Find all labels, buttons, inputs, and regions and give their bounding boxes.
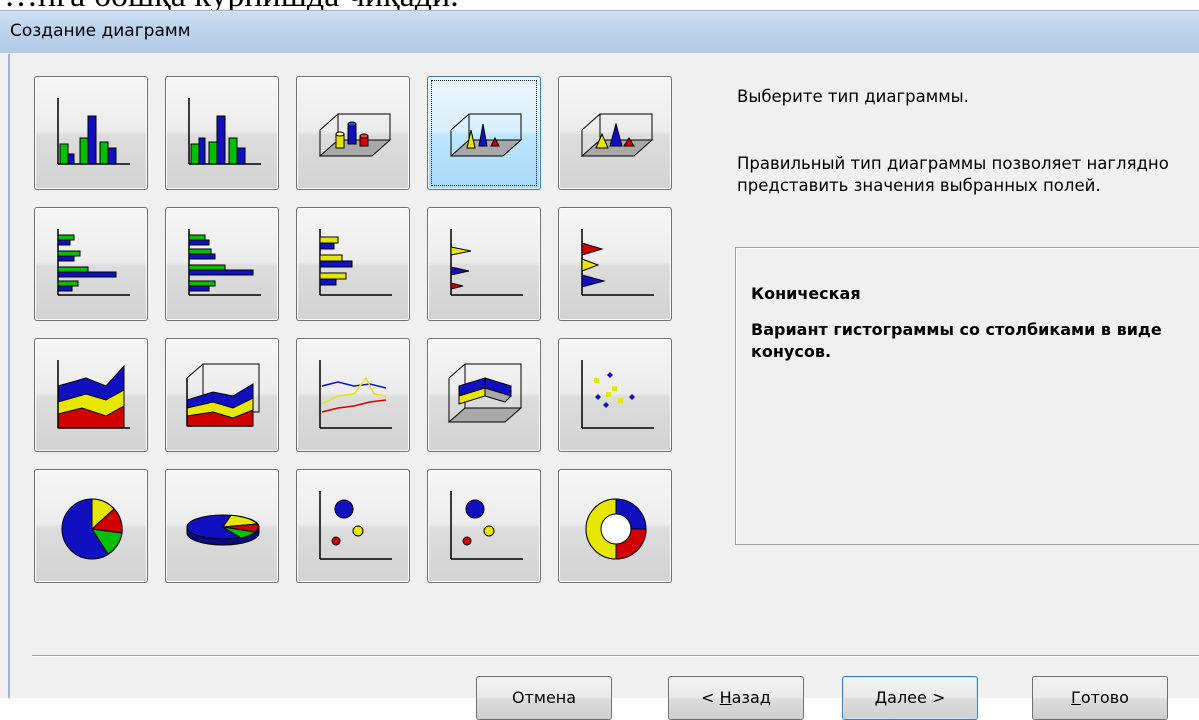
finish-button[interactable]: Готово (1032, 676, 1168, 720)
chart-type-3d-pyramid[interactable] (558, 76, 672, 190)
cone-bar-chart-icon (450, 229, 523, 296)
button-separator (32, 655, 1199, 657)
back-button[interactable]: < Назад (668, 676, 804, 720)
3d-cylinder-chart-icon (318, 113, 392, 157)
chart-type-clustered-bar[interactable] (34, 207, 148, 321)
pyramid-bar-chart-icon (581, 229, 654, 296)
chart-type-3d-cone[interactable] (427, 76, 541, 190)
cancel-button[interactable]: Отмена (476, 676, 612, 720)
clustered-column-chart-icon (57, 98, 130, 165)
3d-pie-chart-icon (186, 514, 260, 546)
3d-bubble-chart-icon (450, 491, 523, 560)
chart-type-stacked-column[interactable] (165, 76, 279, 190)
chart-type-3d-area[interactable] (165, 338, 279, 452)
3d-surface-chart-icon (447, 363, 523, 423)
3d-pyramid-chart-icon (580, 113, 654, 157)
chart-type-3d-cylinder[interactable] (296, 76, 410, 190)
chart-type-pie[interactable] (34, 469, 148, 583)
3d-area-chart-icon (186, 363, 260, 427)
3d-cone-chart-icon (449, 113, 523, 157)
stacked-column-chart-icon (188, 98, 261, 165)
chart-type-name: Коническая (751, 284, 861, 303)
scatter-chart-icon (581, 360, 654, 429)
hint-description: Правильный тип диаграммы позволяет нагля… (737, 154, 1169, 195)
stacked-bar-chart-icon (188, 229, 261, 296)
title-bar[interactable]: Создание диаграмм (0, 10, 1199, 53)
chart-type-bar-variant[interactable] (296, 207, 410, 321)
clustered-bar-chart-icon (57, 229, 130, 296)
chart-type-3d-pie[interactable] (165, 469, 279, 583)
dialog-title: Создание диаграмм (10, 21, 191, 41)
chart-wizard-dialog: Создание диаграмм Выберите тип диаграммы… (0, 10, 1199, 720)
dialog-client-area: Выберите тип диаграммы. Правильный тип д… (8, 54, 1199, 720)
chart-type-description: Вариант гистограммы со столбиками в виде… (751, 320, 1162, 361)
chart-type-clustered-column[interactable] (34, 76, 148, 190)
chart-type-bubble[interactable] (296, 469, 410, 583)
bar-chart-variant-icon (319, 229, 392, 296)
pie-chart-icon (61, 498, 123, 560)
chart-type-3d-bubble[interactable] (427, 469, 541, 583)
line-chart-icon (319, 360, 392, 429)
chart-type-3d-surface[interactable] (427, 338, 541, 452)
next-button[interactable]: Далее > (842, 676, 978, 720)
chart-type-scatter[interactable] (558, 338, 672, 452)
doughnut-chart-icon (585, 498, 647, 560)
chart-type-info-panel: Коническая Вариант гистограммы со столби… (735, 247, 1199, 545)
hint-select-type: Выберите тип диаграммы. (737, 87, 969, 106)
chart-type-cone-bar[interactable] (427, 207, 541, 321)
bubble-chart-icon (319, 491, 392, 560)
chart-type-pyramid-bar[interactable] (558, 207, 672, 321)
area-chart-icon (57, 360, 130, 429)
chart-type-line[interactable] (296, 338, 410, 452)
chart-type-area[interactable] (34, 338, 148, 452)
chart-type-doughnut[interactable] (558, 469, 672, 583)
chart-type-stacked-bar[interactable] (165, 207, 279, 321)
